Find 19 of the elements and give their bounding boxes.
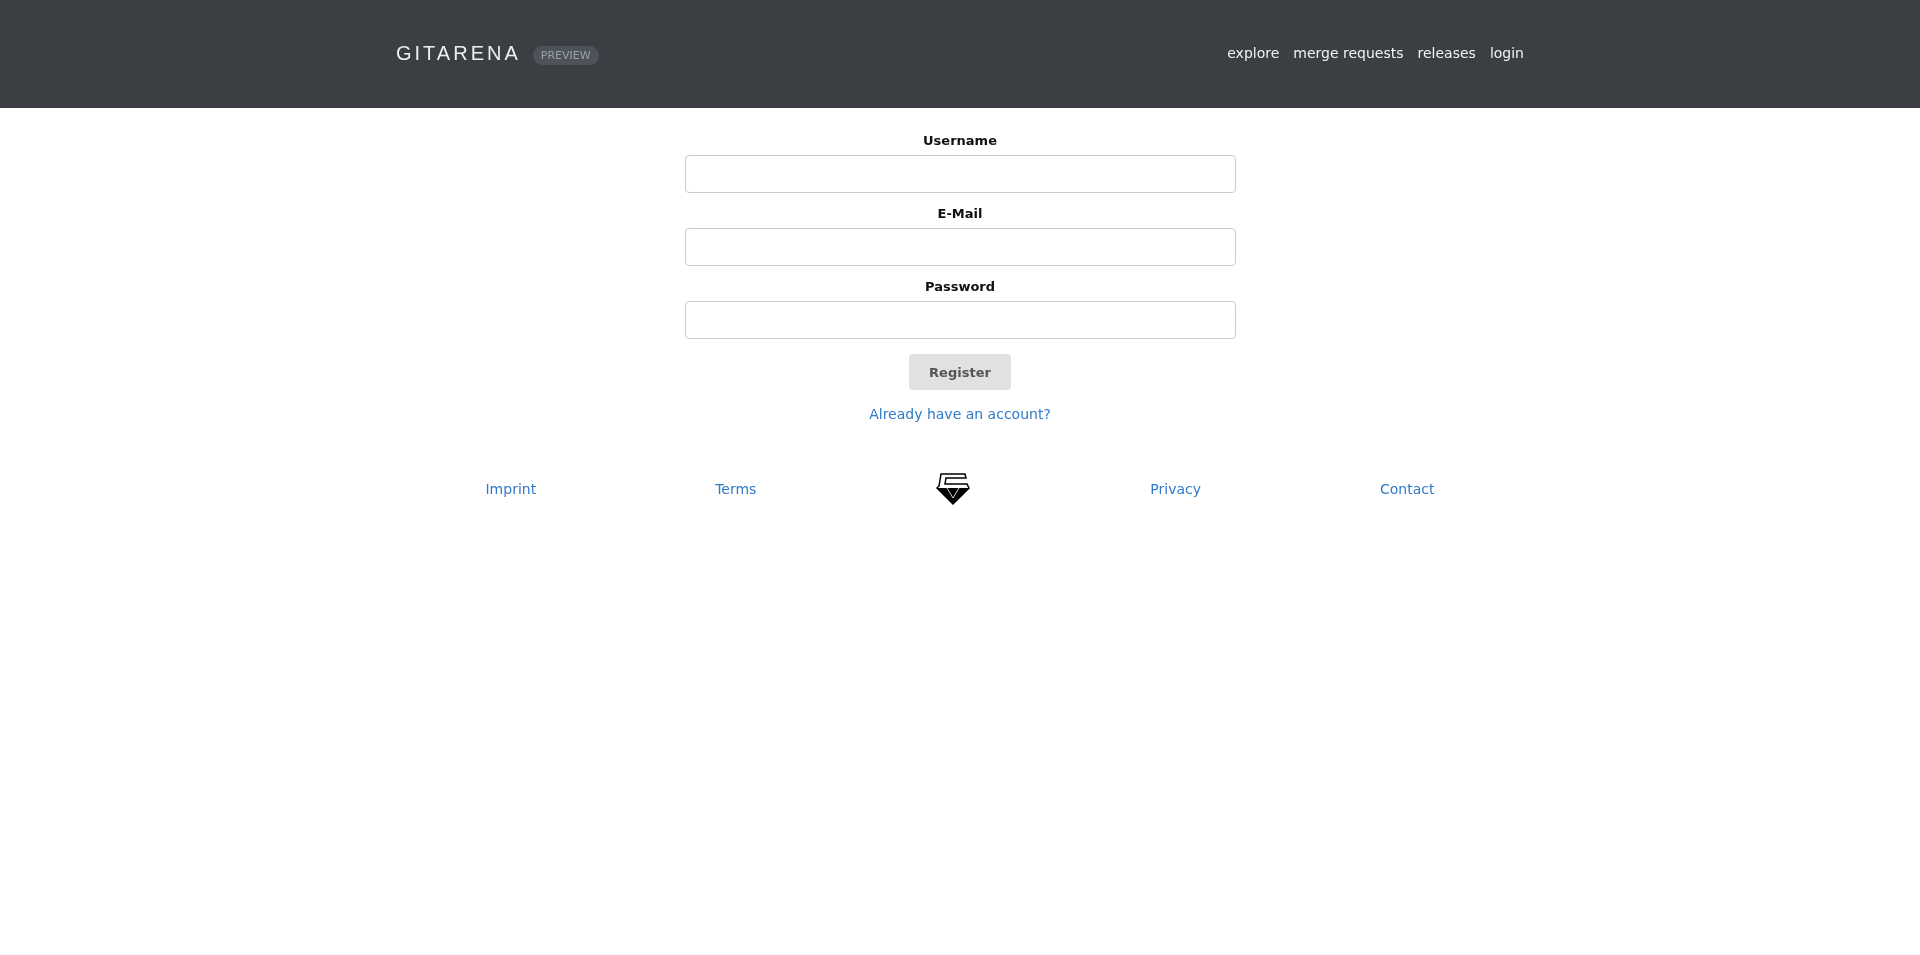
footer-link[interactable]: Terms <box>715 481 757 497</box>
nav-link[interactable]: explore <box>1227 45 1280 61</box>
nav-link[interactable]: merge requests <box>1293 45 1404 61</box>
input-field[interactable] <box>684 228 1236 266</box>
nav-link[interactable]: login <box>1489 45 1524 61</box>
brand-logo[interactable]: GITARENA <box>396 41 521 65</box>
field-label: E-Mail <box>937 206 983 221</box>
input-field[interactable] <box>684 155 1236 193</box>
footer-link[interactable]: Imprint <box>485 481 537 497</box>
register-button[interactable]: Register <box>909 354 1011 390</box>
field-label: Username <box>923 133 997 148</box>
footer-link[interactable]: Contact <box>1380 481 1435 497</box>
field-label: Password <box>924 279 996 294</box>
footer-link[interactable]: Privacy <box>1150 481 1202 497</box>
nav-link[interactable]: releases <box>1417 45 1476 61</box>
existing-account-link[interactable]: Already have an account? <box>869 406 1051 422</box>
diamond-logo-icon <box>935 472 972 506</box>
input-field[interactable] <box>684 301 1236 339</box>
preview-badge: PREVIEW <box>532 45 599 65</box>
